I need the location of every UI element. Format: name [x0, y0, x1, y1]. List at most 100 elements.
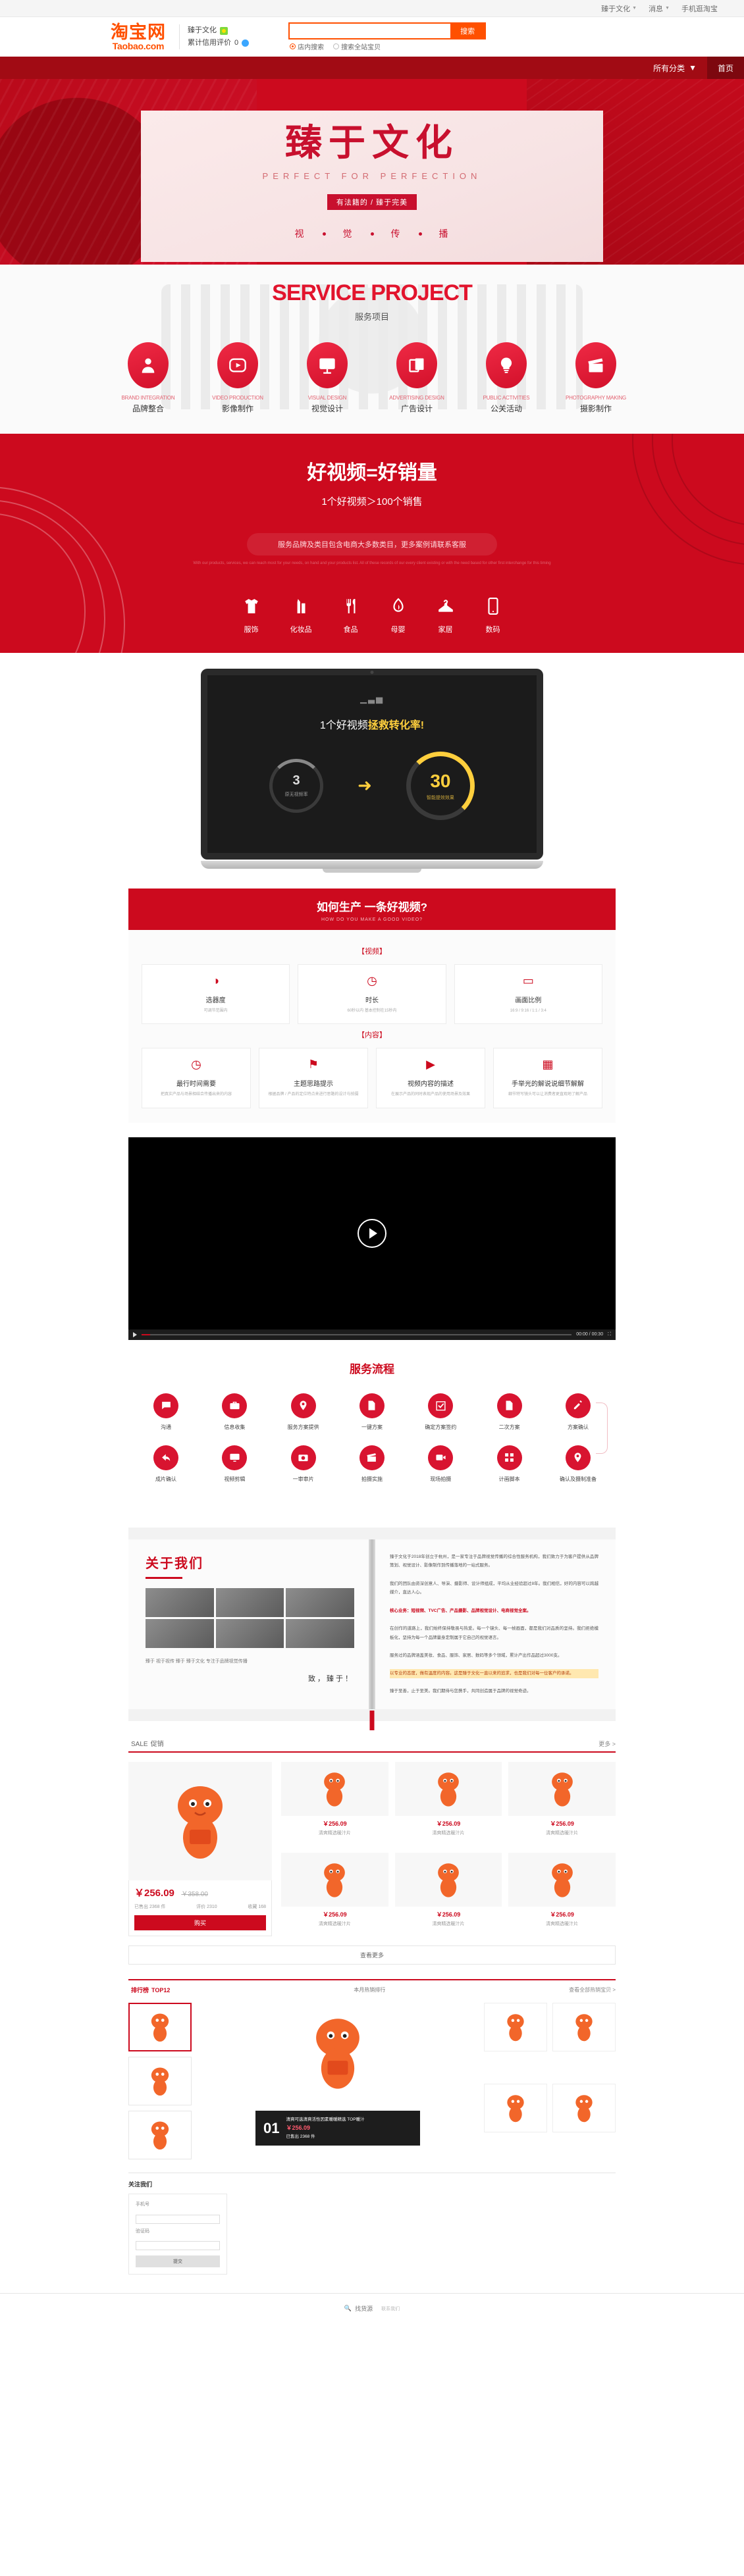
- product-card[interactable]: ￥256.09 清爽精选暖汁片: [508, 1852, 616, 1937]
- product-card[interactable]: ￥256.09 清爽精选暖汁片: [281, 1762, 388, 1846]
- band-category-baby[interactable]: 母婴: [390, 596, 407, 634]
- service-item-video[interactable]: VIDEO PRODUCTION 影像制作: [205, 342, 270, 414]
- product-name: 清爽精选暖汁片: [318, 1921, 351, 1926]
- flow-step[interactable]: 服务方案提供: [279, 1393, 328, 1431]
- search-scope-all[interactable]: 搜索全站宝贝: [333, 41, 381, 51]
- flow-step[interactable]: 二次方案: [485, 1393, 534, 1431]
- product-name: 清爽精选暖汁片: [546, 1831, 579, 1836]
- fullscreen-icon[interactable]: ⛶: [608, 1332, 611, 1337]
- book-spine: [369, 1539, 375, 1710]
- ranking-promo[interactable]: 01 清爽可选清爽活性因素暖暖精选 TOP暖汁 ￥256.09 已售出 2368…: [255, 2111, 420, 2146]
- flow-step[interactable]: 成片确认: [142, 1445, 190, 1483]
- see-more-button[interactable]: 查看更多: [128, 1945, 616, 1965]
- ranking-right-thumbs: [484, 2003, 616, 2159]
- hero-subtitle: PERFECT FOR PERFECTION: [262, 171, 482, 181]
- product-card[interactable]: ￥256.09 清爽精选暖汁片: [394, 1762, 502, 1846]
- band-category-home[interactable]: 家居: [437, 596, 454, 634]
- topbar-item-mobile[interactable]: 手机逛淘宝: [681, 3, 718, 14]
- service-item-visual[interactable]: VISUAL DESIGN 视觉设计: [295, 342, 359, 414]
- howto-card[interactable]: ▦ 手举光的解说说细节解解 细节特写镜头可以让消费者更直观地了解产品: [493, 1048, 602, 1108]
- ranking-more-link[interactable]: 查看全部热销宝贝 >: [569, 1986, 616, 1994]
- service-item-ad[interactable]: ADVERTISING DESIGN 广告设计: [385, 342, 449, 414]
- ranking-thumb[interactable]: [552, 2084, 616, 2133]
- flow-step[interactable]: 一键方案: [348, 1393, 396, 1431]
- footer-submit-button[interactable]: 提交: [136, 2255, 220, 2268]
- all-categories-button[interactable]: 所有分类 ▼: [643, 57, 707, 79]
- flow-step[interactable]: 现场拍摄: [416, 1445, 465, 1483]
- flow-step[interactable]: 沟通: [142, 1393, 190, 1431]
- tshirt-icon: [244, 598, 258, 613]
- howto-card[interactable]: ⚑ 主题思路提示 根据品牌 / 产品的定位特点来进行思路的设计与拍摄: [259, 1048, 368, 1108]
- about-left-footer: 臻于 视于视传 臻于 臻于文化 专注于品牌视觉传播: [146, 1659, 248, 1664]
- topbar-item-message[interactable]: 消息 ▼: [649, 3, 670, 14]
- sale-more-link[interactable]: 更多 >: [598, 1739, 616, 1748]
- band-category-list: 服饰 化妆品 食品 母婴 家居 数码: [0, 596, 744, 634]
- footer-field1-input[interactable]: [136, 2214, 220, 2224]
- service-item-pr[interactable]: PUBLIC ACTIVITIES 公关活动: [474, 342, 539, 414]
- play-button-icon[interactable]: [358, 1218, 386, 1248]
- flow-step[interactable]: 方案确认: [554, 1393, 602, 1431]
- shop-name: 臻于文化: [188, 26, 217, 35]
- nav-item-home[interactable]: 首页: [706, 57, 744, 79]
- howto-card[interactable]: ◷ 时长 60秒以内 基本控制在15秒内: [298, 964, 446, 1025]
- footer-field2-input[interactable]: [136, 2241, 220, 2251]
- all-categories-label: 所有分类: [653, 63, 685, 73]
- ranking-thumb-selected[interactable]: [128, 2003, 192, 2052]
- service-item-photo[interactable]: PHOTOGRAPHY MAKING 摄影制作: [564, 342, 628, 414]
- laptop-mockup: ▁▃▅ 1个好视频拯救转化率! 3 原无视频率 ➜ 30 智能提效效果: [201, 668, 543, 873]
- topbar-item-shop[interactable]: 臻于文化 ▼: [601, 3, 637, 14]
- search-input[interactable]: [290, 24, 451, 38]
- bottom-link[interactable]: 🔍 找货源 联系我们: [344, 2304, 400, 2313]
- search-scope-shop[interactable]: 店内搜索: [290, 41, 324, 51]
- sale-heading-sub: 促销: [150, 1741, 164, 1749]
- product-card[interactable]: ￥256.09 清爽精选暖汁片: [394, 1852, 502, 1937]
- howto-card[interactable]: ◷ 最行时间需要 把真实产品与场景相结合传播出来的内容: [142, 1048, 251, 1108]
- bottom-sub-link[interactable]: 联系我们: [381, 2306, 400, 2312]
- howto-card[interactable]: ▭ 画面比例 16:9 / 9:16 / 1:1 / 3:4: [454, 964, 602, 1025]
- band-category-cosmetics[interactable]: 化妆品: [290, 596, 312, 634]
- ranking-thumb[interactable]: [128, 2057, 192, 2106]
- about-paragraph-highlight: 核心业务：短视频、TVC广告、产品摄影、品牌视觉设计、电商视觉全案。: [390, 1608, 531, 1613]
- monitor2-icon: [222, 1445, 248, 1470]
- buy-button[interactable]: 购买: [134, 1915, 266, 1931]
- band-category-food[interactable]: 食品: [342, 596, 359, 634]
- howto-card-title: 手举光的解说说细节解解: [512, 1081, 584, 1089]
- band-category-digital[interactable]: 数码: [485, 596, 502, 634]
- ranking-thumb[interactable]: [552, 2003, 616, 2052]
- flow-step[interactable]: 信息收集: [210, 1393, 259, 1431]
- video-progress[interactable]: [142, 1333, 572, 1335]
- flow-step[interactable]: 一审审片: [279, 1445, 328, 1483]
- product-image: [281, 1762, 388, 1816]
- flow-step[interactable]: 拍摄实施: [348, 1445, 396, 1483]
- topbar-item-label: 臻于文化: [601, 5, 631, 13]
- product-card[interactable]: ￥256.09 清爽精选暖汁片: [281, 1852, 388, 1937]
- footer-field1-label: 手机号: [136, 2202, 149, 2207]
- ranking-thumb[interactable]: [484, 2003, 547, 2052]
- band-category-apparel[interactable]: 服饰: [243, 596, 260, 634]
- product-name: 清爽精选暖汁片: [432, 1921, 465, 1926]
- taobao-logo[interactable]: 淘宝网 Taobao.com: [111, 24, 166, 51]
- flow-step[interactable]: 视频剪辑: [210, 1445, 259, 1483]
- about-photo: [146, 1618, 214, 1648]
- play-icon[interactable]: [133, 1331, 137, 1337]
- flow-step[interactable]: 确定方案签约: [416, 1393, 465, 1431]
- hero-card: 臻于文化 PERFECT FOR PERFECTION 有法籍的 / 臻于完美 …: [141, 111, 603, 262]
- ranking-thumb[interactable]: [128, 2111, 192, 2160]
- about-paragraph-mark: 以专业的态度，做有温度的内容。这是臻于文化一直以来的追求，也是我们对每一位客户的…: [390, 1669, 598, 1678]
- flow-step[interactable]: 计画脚本: [485, 1445, 534, 1483]
- ranking-promo-line2: 已售出 2368 件: [286, 2134, 315, 2140]
- howto-group1-label: 【视频】: [358, 947, 386, 956]
- ranking-thumb[interactable]: [484, 2084, 547, 2133]
- product-card[interactable]: ￥256.09 清爽精选暖汁片: [508, 1762, 616, 1846]
- sale-feature-product[interactable]: ￥256.09 ￥358.00 已售出 2368 件 评价 2310 收藏 16…: [128, 1762, 272, 1937]
- howto-card[interactable]: ▶ 视频内容的描述 在展示产品的同时表现产品的使用场景及效果: [376, 1048, 485, 1108]
- product-price: ￥256.09: [134, 1888, 174, 1899]
- video-player[interactable]: [128, 1137, 616, 1329]
- flow-step[interactable]: 确认及摄制准备: [554, 1445, 602, 1483]
- ranking-left-thumbs: [128, 2003, 192, 2160]
- search-button[interactable]: 搜索: [450, 24, 485, 38]
- laptop-foot: [323, 868, 421, 873]
- howto-card[interactable]: ◑ 选器度 可调节范围内: [142, 964, 290, 1025]
- service-item-brand[interactable]: BRAND INTEGRATION 品牌整合: [116, 342, 180, 414]
- service-item-en: PUBLIC ACTIVITIES: [483, 395, 530, 401]
